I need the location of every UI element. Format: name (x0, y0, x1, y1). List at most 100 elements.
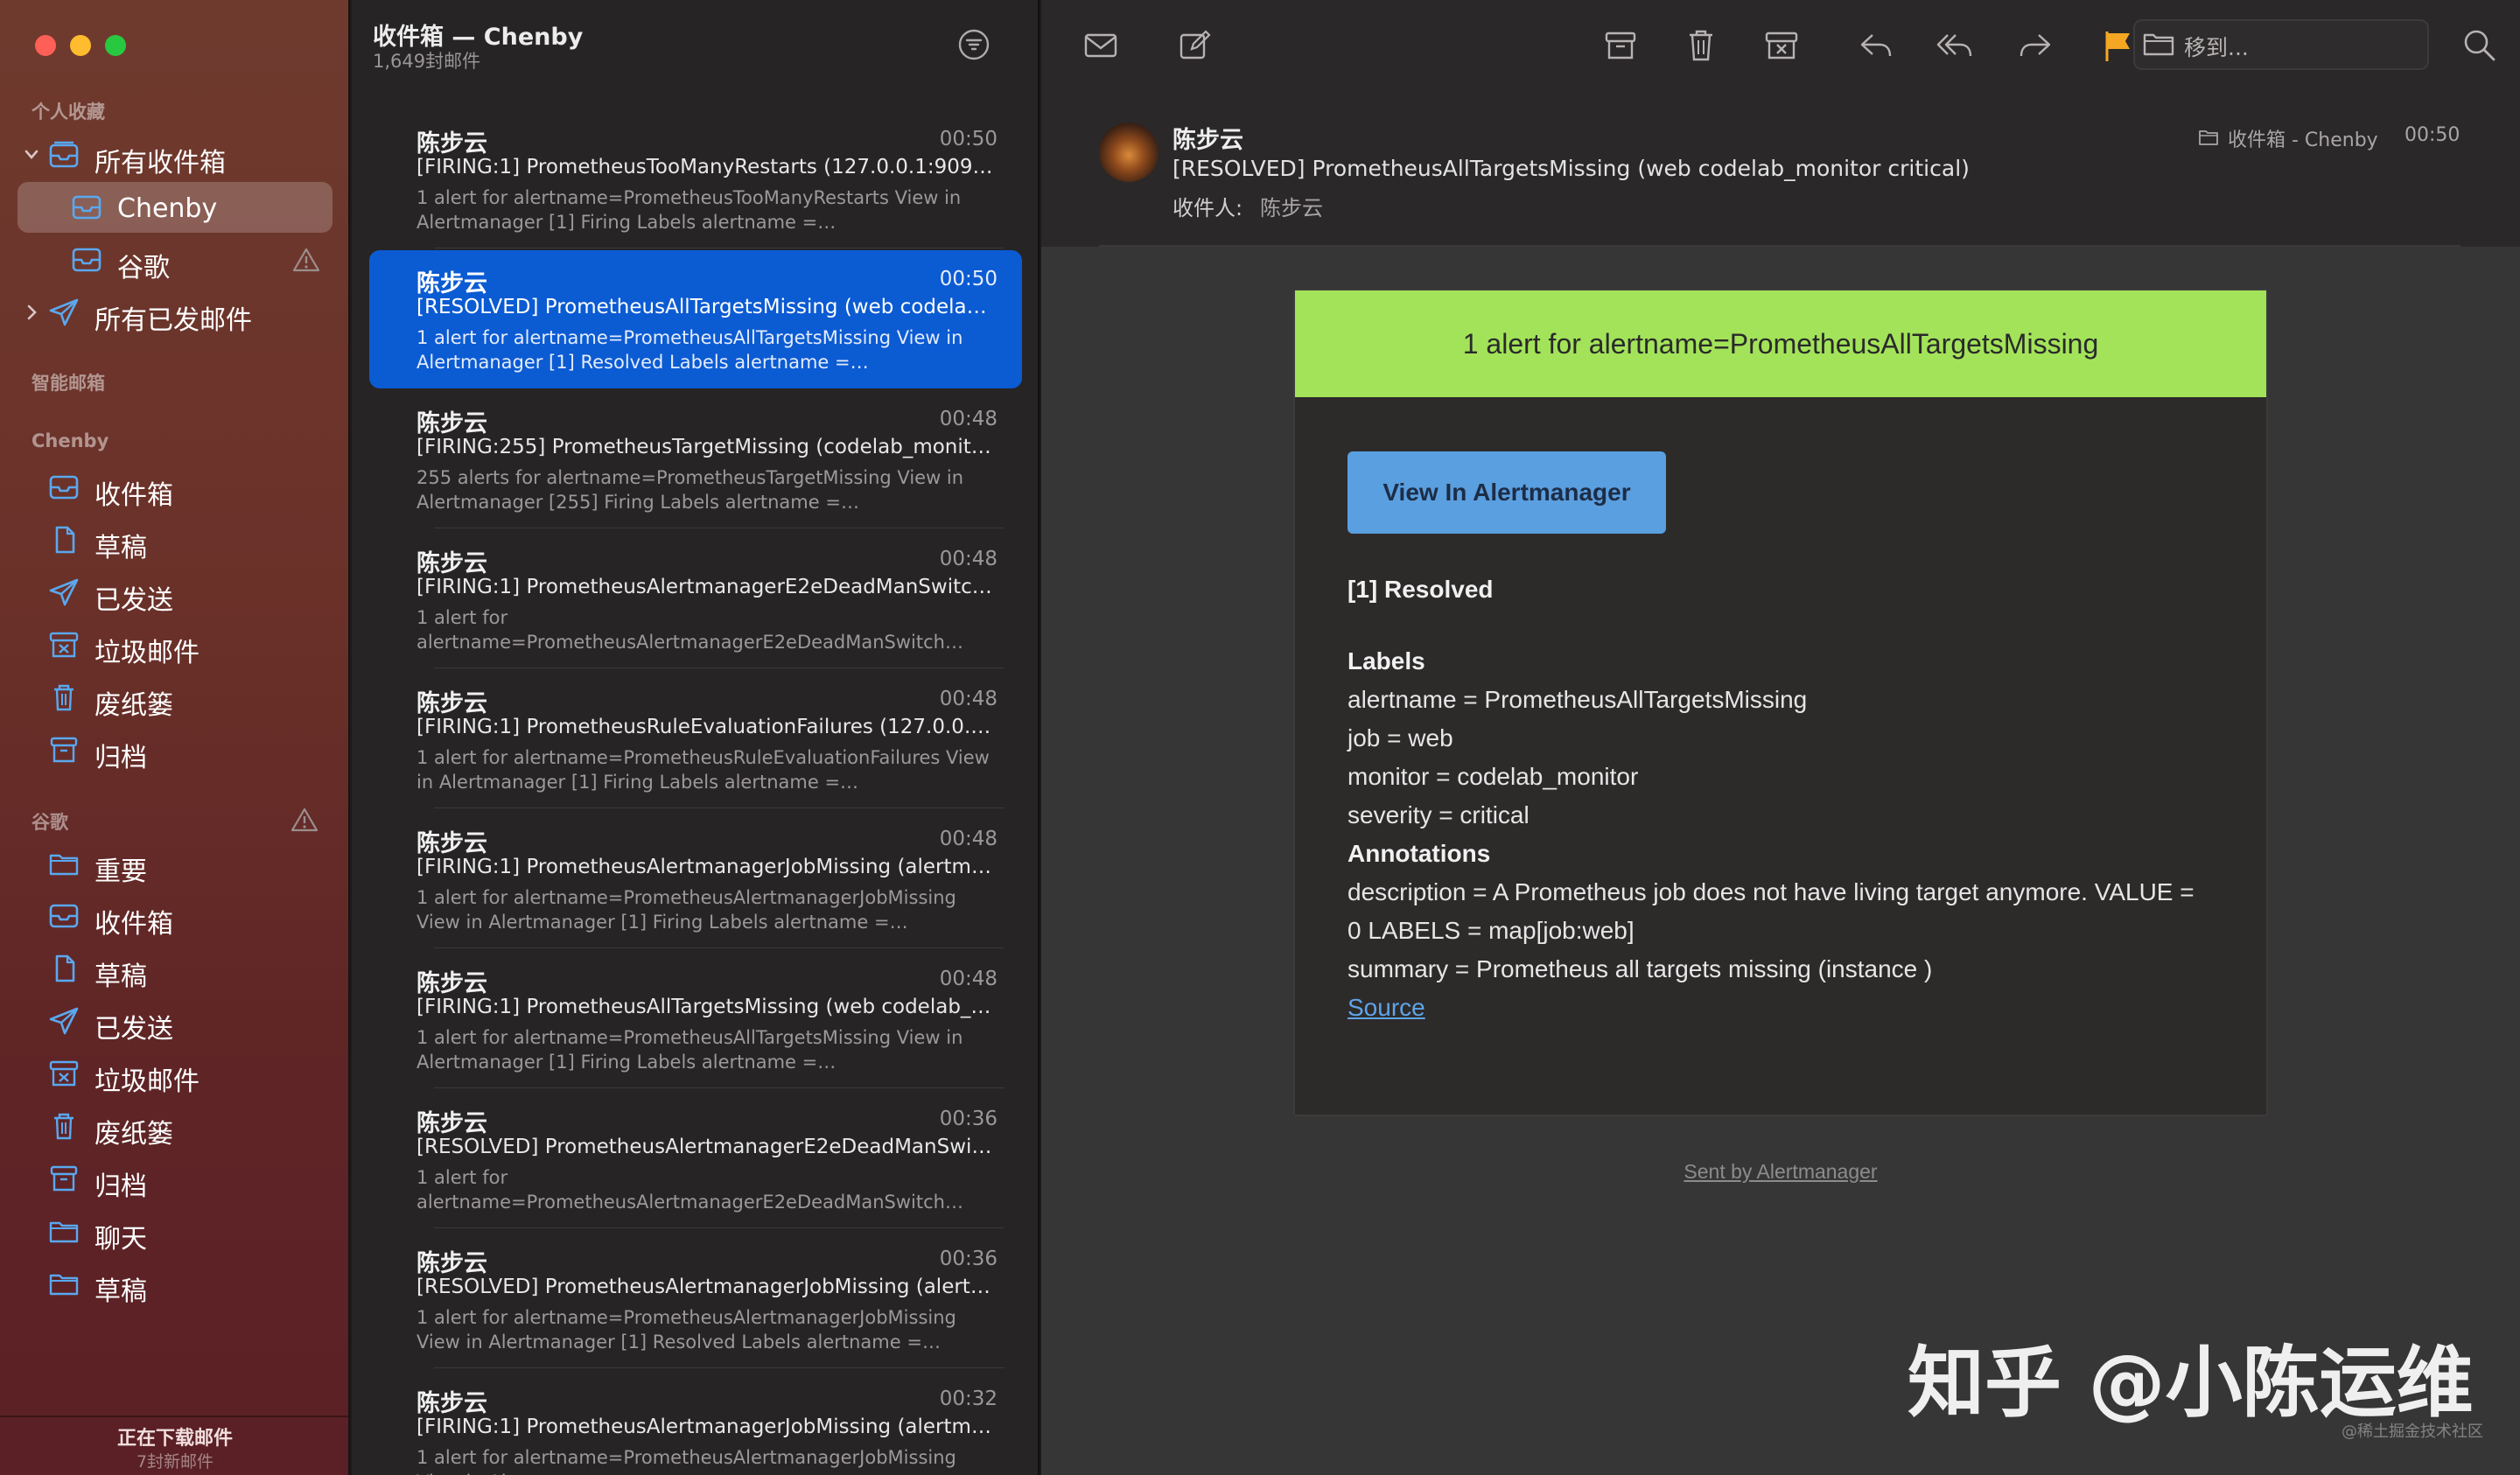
message-row[interactable]: 陈步云 00:50 [FIRING:1] PrometheusTooManyRe… (369, 110, 1022, 248)
reply-icon[interactable] (1857, 26, 1895, 65)
sidebar: 个人收藏 所有收件箱 Chenby 谷歌 所有已发邮件 智能邮箱 Chenby (0, 0, 350, 1475)
sidebar-item-google-drafts-folder[interactable]: 草稿 (18, 1258, 332, 1309)
smart-mailboxes-header[interactable]: 智能邮箱 (32, 369, 105, 395)
message-row[interactable]: 陈步云 00:48 [FIRING:1] PrometheusRuleEvalu… (369, 670, 1022, 808)
sidebar-item-google-junk[interactable]: 垃圾邮件 (18, 1048, 332, 1099)
folder-icon (49, 1274, 79, 1296)
sender-name[interactable]: 陈步云 (1172, 121, 1243, 155)
divider (434, 1087, 1004, 1088)
source-link[interactable]: Source (1348, 994, 1425, 1021)
message-row[interactable]: 陈步云 00:48 [FIRING:1] PrometheusAlertmana… (369, 530, 1022, 668)
sent-by-alertmanager-link[interactable]: Sent by Alertmanager (1041, 1160, 2520, 1184)
sidebar-item-chenby-trash[interactable]: 废纸篓 (18, 672, 332, 723)
forward-icon[interactable] (2016, 26, 2054, 65)
sidebar-item-label: 已发送 (94, 585, 173, 616)
message-count: 1,649封邮件 (373, 51, 481, 72)
document-icon (55, 526, 75, 554)
sidebar-item-google-drafts[interactable]: 草稿 (18, 943, 332, 994)
message-time: 00:50 (939, 128, 998, 150)
label-line: alertname = PrometheusAllTargetsMissing (1348, 686, 1808, 713)
divider (434, 947, 1004, 948)
message-row[interactable]: 陈步云 00:36 [RESOLVED] PrometheusAlertmana… (369, 1230, 1022, 1368)
zoom-window-button[interactable] (105, 35, 126, 56)
message-time: 00:48 (939, 828, 998, 850)
sidebar-item-all-sent[interactable]: 所有已发邮件 (18, 287, 332, 338)
sidebar-item-google-sent[interactable]: 已发送 (18, 996, 332, 1046)
chevron-down-icon[interactable] (23, 142, 40, 168)
sidebar-item-google-chat[interactable]: 聊天 (18, 1206, 332, 1256)
close-window-button[interactable] (35, 35, 56, 56)
warning-icon[interactable] (290, 807, 318, 833)
archive-icon[interactable] (1601, 26, 1640, 65)
view-in-alertmanager-button[interactable]: View In Alertmanager (1348, 451, 1666, 534)
sidebar-item-chenby-drafts[interactable]: 草稿 (18, 514, 332, 565)
minimize-window-button[interactable] (70, 35, 91, 56)
sidebar-item-chenby-inbox[interactable]: 收件箱 (18, 462, 332, 513)
message-row[interactable]: 陈步云 00:48 [FIRING:1] PrometheusAllTarget… (369, 950, 1022, 1088)
compose-icon[interactable] (1176, 26, 1214, 65)
message-list: 收件箱 — Chenby 1,649封邮件 陈步云 00:50 [FIRING:… (352, 0, 1040, 1475)
sidebar-item-label: 收件箱 (94, 909, 173, 940)
delete-icon[interactable] (1682, 26, 1720, 65)
message-row[interactable]: 陈步云 00:32 [FIRING:1] PrometheusAlertmana… (369, 1370, 1022, 1475)
message-preview: 1 alert for alertname=PrometheusRuleEval… (416, 747, 990, 793)
google-account-header[interactable]: 谷歌 (32, 808, 68, 835)
message-subject: [FIRING:1] PrometheusAlertmanagerJobMiss… (416, 1416, 994, 1438)
message-subject: [RESOLVED] PrometheusAllTargetsMissing (… (416, 296, 994, 318)
junk-icon[interactable] (1762, 26, 1801, 65)
folder-icon (49, 1221, 79, 1243)
message-sender: 陈步云 (416, 410, 487, 437)
message-row[interactable]: 陈步云 00:48 [FIRING:1] PrometheusAlertmana… (369, 810, 1022, 948)
filter-icon[interactable] (957, 28, 990, 61)
message-time: 00:32 (939, 1388, 998, 1410)
reply-all-icon[interactable] (1936, 26, 1974, 65)
divider (434, 807, 1004, 808)
watermark-small: @稀土掘金技术社区 (2342, 1423, 2483, 1441)
sidebar-item-google-important[interactable]: 重要 (18, 838, 332, 889)
sidebar-item-inbox-google[interactable]: 谷歌 (18, 234, 332, 285)
avatar[interactable] (1099, 122, 1158, 182)
message-preview: 1 alert for alertname=PrometheusAllTarge… (416, 327, 963, 373)
message-row[interactable]: 陈步云 00:48 [FIRING:255] PrometheusTargetM… (369, 390, 1022, 528)
message-time: 00:36 (939, 1108, 998, 1130)
inbox-icon (72, 248, 102, 272)
sidebar-item-label: 废纸篓 (94, 1119, 173, 1150)
message-preview: 1 alert for alertname=PrometheusAlertman… (416, 1167, 945, 1213)
search-icon[interactable] (2460, 26, 2499, 65)
sidebar-item-google-trash[interactable]: 废纸篓 (18, 1101, 332, 1151)
chenby-account-header[interactable]: Chenby (32, 430, 108, 451)
sidebar-item-label: 草稿 (94, 961, 147, 992)
sidebar-item-inbox-chenby[interactable]: Chenby (18, 182, 332, 233)
sidebar-item-chenby-sent[interactable]: 已发送 (18, 567, 332, 618)
message-row-selected[interactable]: 陈步云 00:50 [RESOLVED] PrometheusAllTarget… (369, 250, 1022, 388)
document-icon (55, 954, 75, 982)
annotation-line: description = A Prometheus job does not … (1348, 878, 2194, 905)
sidebar-item-chenby-archive[interactable]: 归档 (18, 724, 332, 775)
recipient-name[interactable]: 陈步云 (1260, 191, 1323, 221)
message-subject: [RESOLVED] PrometheusAlertmanagerJobMiss… (416, 1276, 994, 1298)
chevron-right-icon[interactable] (23, 299, 40, 325)
message-sender: 陈步云 (416, 1390, 487, 1417)
warning-icon[interactable] (292, 247, 320, 273)
sidebar-item-chenby-junk[interactable]: 垃圾邮件 (18, 619, 332, 670)
message-sender: 陈步云 (416, 1110, 487, 1137)
annotation-line: 0 LABELS = map[job:web] (1348, 917, 1634, 944)
move-to-mailbox-field[interactable] (2133, 19, 2429, 70)
inbox-icon (49, 904, 79, 928)
alert-email-card: 1 alert for alertname=PrometheusAllTarge… (1293, 289, 2268, 1116)
message-subject: [FIRING:1] PrometheusRuleEvaluationFailu… (416, 716, 994, 738)
source-link-row: Source (1348, 994, 1425, 1022)
message-sender: 陈步云 (416, 1250, 487, 1277)
label-line: job = web (1348, 724, 1453, 751)
message-time: 00:50 (939, 268, 998, 290)
message-row[interactable]: 陈步云 00:36 [RESOLVED] PrometheusAlertmana… (369, 1090, 1022, 1228)
get-mail-icon[interactable] (1082, 26, 1120, 65)
sidebar-item-google-archive[interactable]: 归档 (18, 1153, 332, 1204)
message-preview: 1 alert for alertname=PrometheusAlertman… (416, 607, 945, 653)
flag-icon[interactable] (2098, 26, 2137, 65)
sidebar-item-label: 所有已发邮件 (94, 305, 252, 336)
message-subject: [RESOLVED] PrometheusAlertmanagerE2eDead… (416, 1136, 994, 1158)
sidebar-item-google-inbox[interactable]: 收件箱 (18, 891, 332, 941)
sidebar-item-all-inboxes[interactable]: 所有收件箱 (18, 129, 332, 180)
favorites-header: 个人收藏 (32, 101, 105, 122)
